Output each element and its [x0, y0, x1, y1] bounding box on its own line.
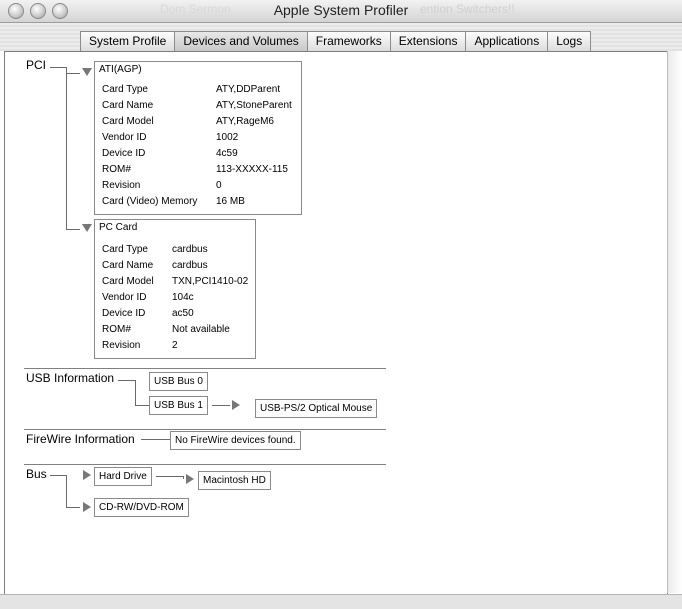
usb-bus-0[interactable]: USB Bus 0	[149, 372, 208, 391]
window-bottom-edge	[0, 594, 682, 609]
connector-line	[156, 476, 184, 477]
row-key: Revision	[102, 180, 141, 191]
row-value: 4c59	[216, 148, 238, 159]
macintosh-hd-volume[interactable]: Macintosh HD	[198, 471, 271, 490]
row-key: Revision	[102, 340, 141, 351]
row-key: Card Model	[102, 276, 154, 287]
connector-line	[50, 475, 67, 476]
row-key: Vendor ID	[102, 132, 147, 143]
vertical-scrollbar[interactable]	[667, 51, 682, 593]
connector-line	[66, 507, 80, 508]
firewire-status: No FireWire devices found.	[170, 431, 301, 450]
row-value: cardbus	[172, 260, 208, 271]
connector-line	[183, 476, 184, 479]
row-key: ROM#	[102, 324, 131, 335]
row-value: ATY,DDParent	[216, 84, 281, 95]
section-divider	[24, 429, 386, 430]
hard-drive[interactable]: Hard Drive	[94, 467, 152, 486]
bus-label: Bus	[26, 467, 47, 481]
connector-line	[212, 405, 230, 406]
ati-agp-card: ATI(AGP) Card Type ATY,DDParent Card Nam…	[94, 61, 302, 215]
row-key: Card Model	[102, 116, 154, 127]
tab-bar: System Profile Devices and Volumes Frame…	[80, 31, 592, 52]
pc-card: PC Card Card Type cardbus Card Name card…	[94, 219, 256, 359]
row-value: Not available	[172, 324, 230, 335]
tab-system-profile[interactable]: System Profile	[80, 31, 175, 52]
disclosure-triangle-icon[interactable]	[83, 502, 91, 512]
row-value: ATY,RageM6	[216, 116, 274, 127]
disclosure-triangle-icon[interactable]	[83, 470, 91, 480]
row-value: 1002	[216, 132, 239, 143]
tab-frameworks[interactable]: Frameworks	[306, 31, 390, 52]
window-title: Apple System Profiler	[273, 2, 409, 18]
usb-bus-1[interactable]: USB Bus 1	[149, 396, 208, 415]
row-key: Device ID	[102, 148, 146, 159]
section-divider	[24, 368, 386, 369]
disclosure-triangle-icon[interactable]	[82, 224, 92, 232]
row-key: Card Type	[102, 244, 148, 255]
tab-logs[interactable]: Logs	[547, 31, 592, 52]
connector-line	[66, 67, 67, 229]
row-key: ROM#	[102, 164, 131, 175]
usb-information-label: USB Information	[26, 371, 115, 385]
row-key: Device ID	[102, 308, 146, 319]
card-title: ATI(AGP)	[99, 64, 142, 75]
row-value: TXN,PCI1410-02	[172, 276, 249, 287]
row-value: cardbus	[172, 244, 208, 255]
firewire-information-label: FireWire Information	[26, 432, 135, 446]
row-value: 104c	[172, 292, 194, 303]
card-title: PC Card	[99, 222, 138, 233]
title-bar: Dom Sermon ention Switchers!! Apple Syst…	[0, 0, 682, 23]
connector-line	[66, 475, 67, 508]
row-value: ATY,StoneParent	[216, 100, 292, 111]
row-key: Card Type	[102, 84, 148, 95]
pci-label: PCI	[26, 58, 47, 72]
usb-device[interactable]: USB-PS/2 Optical Mouse	[255, 399, 378, 418]
row-value: 2	[172, 340, 178, 351]
section-divider	[24, 464, 386, 465]
connector-line	[135, 405, 150, 406]
row-key: Card Name	[102, 260, 154, 271]
connector-line	[141, 439, 171, 440]
disclosure-triangle-icon[interactable]	[232, 400, 240, 410]
row-value: ac50	[172, 308, 194, 319]
disclosure-triangle-icon[interactable]	[186, 474, 194, 484]
row-value: 113-XXXXX-115	[216, 164, 288, 175]
row-key: Card Name	[102, 100, 154, 111]
tab-devices-and-volumes[interactable]: Devices and Volumes	[174, 31, 307, 52]
row-value: 0	[216, 180, 222, 191]
row-key: Vendor ID	[102, 292, 147, 303]
connector-line	[50, 67, 67, 68]
row-value: 16 MB	[216, 196, 245, 207]
connector-line	[135, 380, 136, 406]
tab-applications[interactable]: Applications	[465, 31, 548, 52]
disclosure-triangle-icon[interactable]	[82, 68, 92, 76]
connector-line	[66, 229, 80, 230]
optical-drive[interactable]: CD-RW/DVD-ROM	[94, 498, 189, 517]
connector-line	[66, 73, 80, 74]
tab-extensions[interactable]: Extensions	[389, 31, 466, 52]
connector-line	[118, 380, 136, 381]
row-key: Card (Video) Memory	[102, 196, 198, 207]
